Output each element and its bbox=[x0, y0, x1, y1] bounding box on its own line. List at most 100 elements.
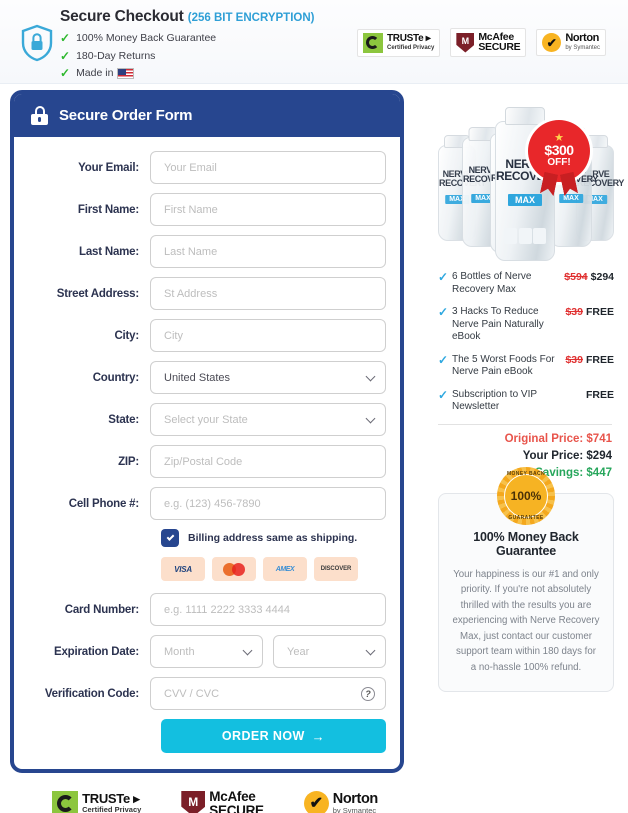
mcafee-shield-icon: M bbox=[181, 790, 206, 813]
list-item: ✓ 6 Bottles of Nerve Recovery Max $594 $2… bbox=[438, 271, 614, 296]
seal-arc-bottom: GUARANTEE bbox=[508, 514, 544, 521]
your-price-value: $294 bbox=[586, 449, 612, 462]
expiration-month-select[interactable]: Month bbox=[150, 635, 263, 668]
verification-code-field[interactable]: CVV / CVC ? bbox=[150, 677, 386, 710]
norton-badge-title: Norton bbox=[332, 790, 379, 807]
mcafee-badge-subtitle: SECURE bbox=[478, 41, 521, 53]
expiration-label: Expiration Date: bbox=[54, 645, 139, 658]
form-row-email: Your Email: Your Email bbox=[28, 151, 386, 184]
billing-same-checkbox[interactable] bbox=[161, 529, 179, 547]
item-text: 6 Bottles of Nerve Recovery Max bbox=[452, 271, 532, 295]
cell-phone-field[interactable]: e.g. (123) 456-7890 bbox=[150, 487, 386, 520]
zip-field[interactable]: Zip/Postal Code bbox=[150, 445, 386, 478]
truste-badge-title: TRUSTe ▸ bbox=[82, 791, 140, 806]
discount-amount: $300 bbox=[544, 142, 574, 158]
item-new-price: $294 bbox=[590, 271, 614, 283]
expiration-month-value: Month bbox=[164, 645, 195, 658]
norton-badge: ✔ Norton by Symantec bbox=[536, 29, 606, 56]
shield-lock-icon bbox=[14, 6, 60, 62]
mcafee-badge-subtitle: SECURE bbox=[209, 802, 264, 813]
form-row-city: City: City bbox=[28, 319, 386, 352]
item-price: FREE bbox=[586, 389, 614, 402]
expiration-year-select[interactable]: Year bbox=[273, 635, 386, 668]
footer-mcafee-badge: M McAfee SECURE bbox=[176, 787, 269, 813]
check-icon: ✓ bbox=[60, 48, 71, 63]
discover-label: DISCOVER bbox=[320, 566, 352, 572]
chevron-down-icon bbox=[242, 645, 253, 655]
billing-same-label: Billing address same as shipping. bbox=[188, 532, 358, 544]
seal-arc-top: MONEY BACK bbox=[506, 470, 546, 477]
chevron-down-icon bbox=[365, 371, 376, 381]
form-row-expiration: Expiration Date: Month Year bbox=[28, 635, 386, 668]
email-label: Your Email: bbox=[78, 161, 139, 174]
street-address-label: Street Address: bbox=[56, 287, 139, 300]
city-label: City: bbox=[114, 329, 139, 342]
page-title: Secure Checkout (256 BIT ENCRYPTION) bbox=[60, 8, 314, 26]
trust-points-list: ✓ 100% Money Back Guarantee ✓ 180-Day Re… bbox=[60, 31, 314, 80]
trust-point-label: Made in bbox=[76, 67, 114, 79]
encryption-note: (256 BIT ENCRYPTION) bbox=[187, 12, 315, 24]
billing-same-as-shipping-row[interactable]: Billing address same as shipping. bbox=[161, 529, 386, 547]
item-price: $39 FREE bbox=[565, 354, 614, 367]
discount-badge: ★ $300 OFF! bbox=[528, 120, 590, 182]
footer-truste-badge: TRUSTe ▸ Certified Privacy bbox=[47, 787, 147, 813]
last-name-field[interactable]: Last Name bbox=[150, 235, 386, 268]
checkout-page: Secure Checkout (256 BIT ENCRYPTION) ✓ 1… bbox=[0, 0, 628, 813]
email-field[interactable]: Your Email bbox=[150, 151, 386, 184]
card-number-label: Card Number: bbox=[64, 603, 139, 616]
trust-point: ✓ 100% Money Back Guarantee bbox=[60, 31, 314, 45]
form-body: Your Email: Your Email First Name: First… bbox=[14, 137, 400, 769]
card-number-field[interactable]: e.g. 1111 2222 3333 4444 bbox=[150, 593, 386, 626]
savings-value: $447 bbox=[586, 466, 612, 479]
form-row-card-number: Card Number: e.g. 1111 2222 3333 4444 bbox=[28, 593, 386, 626]
order-now-button[interactable]: ORDER NOW → bbox=[161, 719, 386, 753]
norton-check-icon: ✔ bbox=[542, 33, 562, 52]
check-icon: ✓ bbox=[438, 305, 449, 319]
list-item: ✓ The 5 Worst Foods For Nerve Pain eBook… bbox=[438, 353, 614, 379]
city-field[interactable]: City bbox=[150, 319, 386, 352]
guarantee-text: Your happiness is our #1 and only priori… bbox=[452, 568, 600, 673]
mcafee-badge-title: McAfee bbox=[209, 789, 256, 804]
chevron-down-icon bbox=[365, 413, 376, 423]
form-row-country: Country: United States bbox=[28, 361, 386, 394]
state-label: State: bbox=[108, 413, 139, 426]
guarantee-title: 100% Money Back Guarantee bbox=[473, 529, 579, 558]
item-old-price: $39 bbox=[565, 353, 583, 366]
truste-badge-title: TRUSTe ▸ bbox=[386, 32, 431, 44]
footer-trust-badges: TRUSTe ▸ Certified Privacy M McAfee SECU… bbox=[10, 773, 420, 813]
form-header-title: Secure Order Form bbox=[59, 106, 193, 124]
truste-icon bbox=[362, 32, 383, 53]
list-item: ✓ Subscription to VIP Newsletter FREE bbox=[438, 387, 614, 414]
arrow-right-icon: → bbox=[311, 728, 326, 744]
divider bbox=[438, 423, 612, 425]
trust-point: ✓ Made in bbox=[60, 66, 314, 80]
check-icon: ✓ bbox=[438, 387, 449, 402]
item-new-price: FREE bbox=[585, 306, 614, 318]
first-name-field[interactable]: First Name bbox=[150, 193, 386, 226]
footer-norton-badge: ✔ Norton by Symantec bbox=[298, 788, 383, 813]
item-old-price: $594 bbox=[564, 271, 588, 283]
mastercard-icon bbox=[212, 557, 256, 581]
your-price-row: Your Price: $294 bbox=[432, 450, 612, 462]
order-now-label: ORDER NOW bbox=[221, 729, 305, 743]
truste-badge-subtitle: Certified Privacy bbox=[82, 805, 142, 813]
country-select[interactable]: United States bbox=[150, 361, 386, 394]
truste-icon bbox=[52, 790, 79, 813]
amex-icon: AMEX bbox=[263, 557, 307, 581]
mcafee-shield-icon: M bbox=[456, 32, 475, 53]
trust-point: ✓ 180-Day Returns bbox=[60, 49, 314, 63]
check-icon: ✓ bbox=[60, 31, 71, 45]
item-text: 3 Hacks To Reduce Nerve Pain Naturally e… bbox=[452, 306, 544, 342]
chevron-down-icon bbox=[365, 645, 376, 655]
form-row-street-address: Street Address: St Address bbox=[28, 277, 386, 310]
money-back-guarantee: 100% MONEY BACK GUARANTEE 100% Money Bac… bbox=[438, 466, 614, 692]
street-address-field[interactable]: St Address bbox=[150, 277, 386, 310]
norton-badge-title: Norton bbox=[565, 32, 599, 44]
state-select[interactable]: Select your State bbox=[150, 403, 386, 436]
amex-label: AMEX bbox=[275, 565, 295, 573]
item-price: $594 $294 bbox=[564, 271, 614, 284]
zip-label: ZIP: bbox=[118, 455, 139, 468]
trust-point-label: 100% Money Back Guarantee bbox=[76, 32, 217, 44]
question-mark-icon[interactable]: ? bbox=[361, 686, 375, 701]
truste-badge: TRUSTe ▸ Certified Privacy bbox=[356, 28, 441, 57]
